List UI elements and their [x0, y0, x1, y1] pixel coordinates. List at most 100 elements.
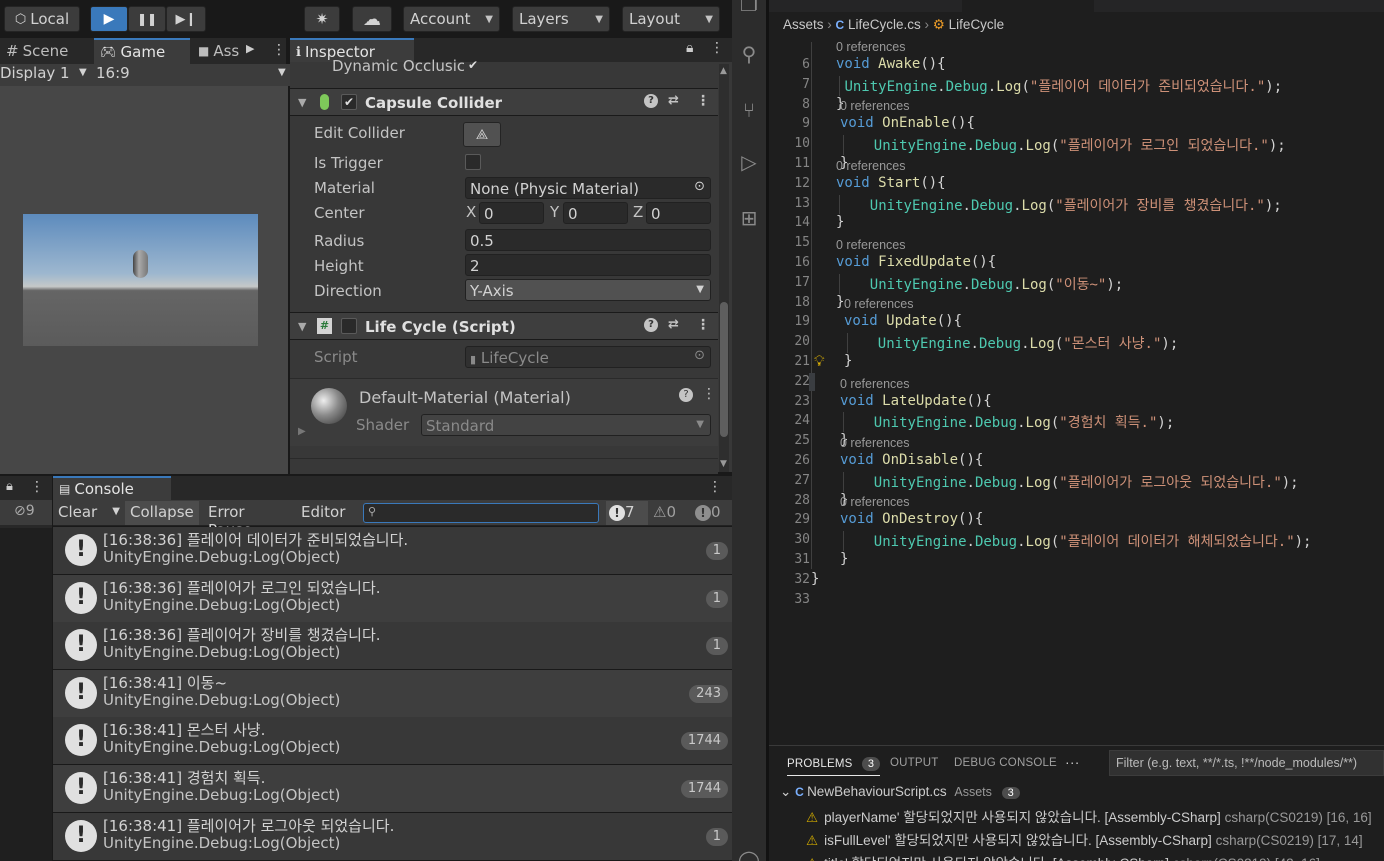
- breadcrumb-file[interactable]: LifeCycle.cs: [848, 17, 921, 32]
- foldout-arrow-icon[interactable]: ▶: [298, 426, 306, 437]
- help-icon[interactable]: ?: [644, 318, 658, 332]
- code-lens-references[interactable]: 0 references: [840, 377, 909, 391]
- lock-icon[interactable]: 🔒︎: [686, 40, 693, 56]
- error-pause-toggle[interactable]: Error Pause: [203, 501, 295, 539]
- inspector-menu-icon[interactable]: ⋮: [710, 40, 724, 56]
- cloud-icon[interactable]: ☁: [352, 6, 392, 32]
- search-icon[interactable]: ⚲: [737, 42, 761, 66]
- shader-dropdown[interactable]: Standard ▼: [421, 414, 711, 436]
- tab-console[interactable]: ▤ Console: [53, 476, 171, 500]
- hidden-count-badge[interactable]: ⊘9: [0, 500, 52, 525]
- code-lens-references[interactable]: 0 references: [840, 99, 909, 113]
- console-log-row[interactable]: ! [16:38:41] 이동~ UnityEngine.Debug:Log(Obj…: [53, 669, 732, 717]
- console-menu-icon[interactable]: ⋮: [708, 479, 722, 495]
- life-cycle-header[interactable]: ▼ # Life Cycle (Script) ? ⇄ ⋮: [290, 312, 718, 340]
- material-field[interactable]: None (Physic Material) ⊙: [465, 177, 711, 199]
- tab-problems[interactable]: PROBLEMS 3: [787, 757, 881, 776]
- inspector-scrollbar[interactable]: ▲ ▼: [719, 64, 729, 472]
- account-icon[interactable]: ◯: [737, 848, 761, 861]
- code-lens-references[interactable]: 0 references: [836, 238, 905, 252]
- code-lens-references[interactable]: 0 references: [840, 495, 909, 509]
- panel-divider[interactable]: [766, 0, 769, 861]
- height-field[interactable]: 2: [465, 254, 711, 276]
- sun-settings-icon[interactable]: ✷: [304, 6, 340, 32]
- scroll-down-arrow[interactable]: ▼: [720, 459, 727, 469]
- component-menu-icon[interactable]: ⋮: [702, 386, 716, 402]
- tab-output[interactable]: OUTPUT: [890, 757, 938, 769]
- code-lens-references[interactable]: 0 references: [840, 436, 909, 450]
- radius-field[interactable]: 0.5: [465, 229, 711, 251]
- problem-item[interactable]: ⚠ isFullLevel' 할당되었지만 사용되지 않았습니다. [Assemb…: [806, 829, 1363, 849]
- code-lens-references[interactable]: 0 references: [836, 159, 905, 173]
- game-view[interactable]: [0, 86, 288, 474]
- step-button[interactable]: ▶❙: [166, 6, 206, 32]
- layout-dropdown[interactable]: Layout ▼: [622, 6, 720, 32]
- problem-message: title' 할당되었지만 사용되지 않았습니다. [Assembly-CSha…: [824, 856, 1169, 861]
- display-dropdown[interactable]: Display 1 ▼: [0, 64, 92, 86]
- console-log-row[interactable]: ! [16:38:36] 플레이어가 로그인 되었습니다. UnityEngine.…: [53, 574, 732, 622]
- breadcrumb-assets[interactable]: Assets: [783, 17, 824, 32]
- console-log-row[interactable]: ! [16:38:36] 플레이어가 장비를 챙겼습니다. UnityEngine.…: [53, 622, 732, 670]
- dynamic-occlusion-checkbox[interactable]: ✔: [465, 58, 481, 74]
- capsule-collider-header[interactable]: ▼ ✔ Capsule Collider ? ⇄ ⋮: [290, 88, 718, 116]
- object-picker-icon[interactable]: ⊙: [694, 179, 705, 194]
- editor-dropdown[interactable]: Editor ▼: [297, 501, 359, 538]
- console-log-row[interactable]: ! [16:38:41] 경험치 획득. UnityEngine.Debug:Log…: [53, 765, 732, 812]
- run-debug-icon[interactable]: ▷: [737, 150, 761, 174]
- warning-filter-toggle[interactable]: ⚠0: [650, 501, 688, 525]
- problems-file-group[interactable]: ⌄ C NewBehaviourScript.cs Assets 3: [780, 784, 1020, 800]
- problem-item[interactable]: ⚠ title' 할당되었지만 사용되지 않았습니다. [Assembly-CSh…: [806, 852, 1320, 861]
- component-menu-icon[interactable]: ⋮: [696, 93, 710, 109]
- editor-tab-active[interactable]: [962, 0, 1094, 12]
- code-lens-references[interactable]: 0 references: [836, 40, 905, 54]
- tab-game[interactable]: 🎮︎ Game: [94, 38, 190, 64]
- files-icon[interactable]: ❐: [737, 0, 761, 16]
- account-dropdown[interactable]: Account ▼: [403, 6, 500, 32]
- tabs-menu-icon[interactable]: ⋮: [272, 42, 286, 58]
- tab-scene[interactable]: # Scene: [0, 38, 92, 64]
- layers-dropdown[interactable]: Layers ▼: [512, 6, 610, 32]
- help-icon[interactable]: ?: [644, 94, 658, 108]
- center-x-field[interactable]: 0: [479, 202, 544, 224]
- center-y-field[interactable]: 0: [563, 202, 628, 224]
- info-filter-toggle[interactable]: ! 7: [606, 501, 648, 525]
- tabs-more-icon[interactable]: ▶: [246, 42, 254, 55]
- direction-dropdown[interactable]: Y-Axis ▼: [465, 279, 711, 301]
- source-control-icon[interactable]: ⑂: [737, 98, 761, 122]
- console-log-row[interactable]: ! [16:38:41] 몬스터 사냥. UnityEngine.Debug:Log…: [53, 717, 732, 765]
- help-icon[interactable]: ?: [679, 388, 693, 402]
- edit-collider-button[interactable]: ⟁: [463, 122, 501, 147]
- console-log-row[interactable]: ! [16:38:41] 플레이어가 로그아웃 되었습니다. UnityEngine…: [53, 812, 732, 860]
- panel-more-icon[interactable]: ···: [1065, 754, 1080, 770]
- radius-label: Radius: [314, 232, 365, 250]
- local-button[interactable]: ⬡ Local: [4, 6, 80, 32]
- error-filter-toggle[interactable]: ! 0: [692, 501, 730, 525]
- panel-menu-icon[interactable]: ⋮: [30, 479, 44, 495]
- tab-debug-console[interactable]: DEBUG CONSOLE: [954, 757, 1057, 769]
- pause-button[interactable]: ❚❚: [128, 6, 166, 32]
- problems-filter-input[interactable]: Filter (e.g. text, **/*.ts, !**/node_mod…: [1109, 750, 1384, 776]
- play-button[interactable]: ▶: [90, 6, 128, 32]
- preset-icon[interactable]: ⇄: [668, 93, 679, 108]
- indent-guide: [839, 194, 840, 215]
- center-z-field[interactable]: 0: [646, 202, 711, 224]
- problem-item[interactable]: ⚠ playerName' 할당되었지만 사용되지 않았습니다. [Assembl…: [806, 806, 1372, 826]
- extensions-icon[interactable]: ⊞: [737, 206, 761, 230]
- life-cycle-enabled-checkbox[interactable]: [341, 318, 357, 334]
- collapse-toggle[interactable]: Collapse: [125, 501, 199, 525]
- console-search-input[interactable]: ⚲: [363, 503, 599, 523]
- capsule-collider-enabled-checkbox[interactable]: ✔: [341, 94, 357, 110]
- aspect-dropdown[interactable]: 16:9 ▼: [96, 64, 286, 86]
- lock-icon[interactable]: 🔒︎: [6, 479, 13, 494]
- clear-button[interactable]: Clear ▼: [54, 502, 122, 524]
- scrollbar-thumb[interactable]: [720, 302, 728, 437]
- preset-icon[interactable]: ⇄: [668, 317, 679, 332]
- material-label: Material: [314, 179, 375, 197]
- breadcrumb-symbol[interactable]: LifeCycle: [949, 17, 1005, 32]
- lightbulb-icon[interactable]: 💡︎: [814, 352, 825, 370]
- scroll-up-arrow[interactable]: ▲: [720, 66, 727, 76]
- component-menu-icon[interactable]: ⋮: [696, 317, 710, 333]
- code-lens-references[interactable]: 0 references: [844, 297, 913, 311]
- console-log-row[interactable]: ! [16:38:36] 플레이어 데이터가 준비되었습니다. UnityEngin…: [53, 527, 732, 574]
- is-trigger-checkbox[interactable]: [465, 154, 481, 170]
